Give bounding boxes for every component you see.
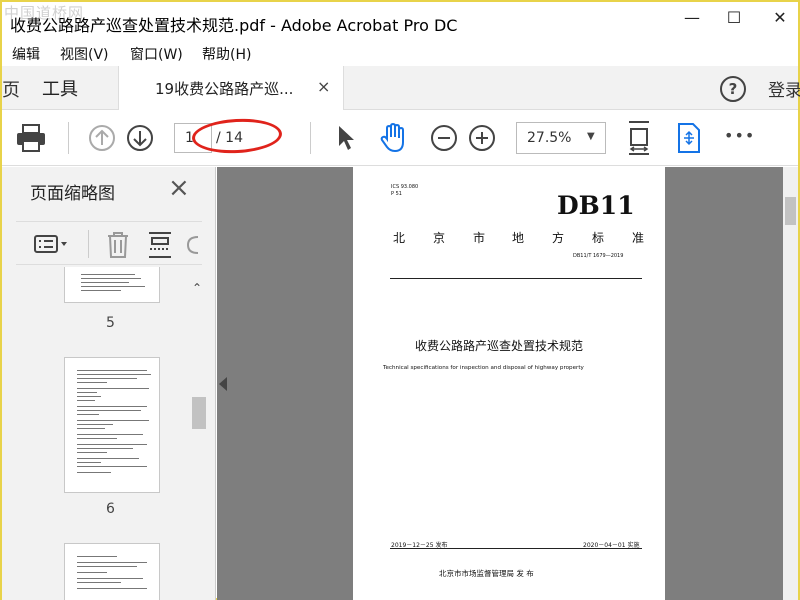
region-char: 方 — [552, 231, 565, 245]
toolbar-separator — [68, 122, 69, 154]
document-scrollbar[interactable] — [783, 167, 798, 600]
header-rule — [390, 278, 642, 279]
tab-bar: 页 工具 19收费公路路产巡... × — [2, 66, 798, 110]
help-icon[interactable]: ? — [720, 76, 746, 102]
scroll-up-icon[interactable]: ⌃ — [192, 281, 202, 295]
thumbnail-page-number: 6 — [106, 501, 115, 517]
rotate-icon[interactable] — [186, 234, 200, 256]
document-page[interactable]: ICS 93.080 P 51 DB11 北 京 市 地 方 标 准 DB11/… — [353, 167, 665, 600]
standard-number: DB11/T 1679—2019 — [573, 253, 624, 259]
menu-help[interactable]: 帮助(H) — [202, 44, 251, 64]
zoom-in-icon[interactable] — [468, 124, 496, 152]
zoom-out-icon[interactable] — [430, 124, 458, 152]
document-title-english: Technical specifications for inspection … — [383, 365, 584, 371]
tab-document-label: 19收费公路路产巡... — [155, 80, 294, 98]
pane-separator — [88, 230, 89, 258]
page-up-icon[interactable] — [88, 124, 116, 152]
footer-rule — [390, 548, 642, 549]
collapse-pane-icon[interactable] — [219, 377, 227, 391]
tab-tools[interactable]: 工具 — [42, 75, 78, 101]
acrobat-window: 收费公路路产巡查处置技术规范.pdf - Adobe Acrobat Pro D… — [0, 0, 800, 600]
scroll-mode-icon[interactable] — [676, 122, 702, 154]
standard-code: DB11 — [557, 191, 635, 220]
scrollbar-thumb[interactable] — [785, 197, 796, 225]
zoom-value: 27.5% — [527, 130, 572, 146]
ics-code: ICS 93.080 — [391, 184, 419, 190]
toolbar: 1 / 14 27.5% ▼ ••• — [2, 110, 798, 166]
maximize-button[interactable]: ☐ — [720, 8, 748, 34]
tab-home[interactable]: 页 — [2, 76, 20, 102]
thumbnail-scrollbar[interactable]: ⌃ — [190, 277, 206, 600]
thumbnail-list: 5 6 — [16, 267, 188, 600]
more-icon[interactable]: ••• — [724, 126, 755, 145]
title-bar: 收费公路路产巡查处置技术规范.pdf - Adobe Acrobat Pro D… — [2, 2, 798, 40]
tab-close-icon[interactable]: × — [317, 77, 330, 96]
pane-close-icon[interactable]: × — [168, 175, 190, 201]
region-char: 标 — [592, 231, 605, 245]
extract-icon[interactable] — [148, 232, 172, 258]
zoom-dropdown[interactable]: 27.5% ▼ — [516, 122, 606, 154]
menu-window[interactable]: 窗口(W) — [130, 44, 183, 64]
thumbnail-page-6[interactable] — [64, 357, 160, 493]
document-area: ICS 93.080 P 51 DB11 北 京 市 地 方 标 准 DB11/… — [217, 167, 798, 600]
region-char: 准 — [632, 231, 645, 245]
select-arrow-icon[interactable] — [336, 124, 358, 152]
region-char: 地 — [512, 231, 525, 245]
pane-toolbar — [16, 221, 202, 265]
page-down-icon[interactable] — [126, 124, 154, 152]
close-button[interactable]: ✕ — [766, 8, 794, 34]
thumbnail-page-7[interactable] — [64, 543, 160, 600]
menu-bar: 编辑 视图(V) 窗口(W) 帮助(H) — [2, 40, 798, 66]
region-char: 市 — [473, 231, 486, 245]
watermark: 中国道桥网 — [4, 4, 85, 22]
toolbar-separator — [310, 122, 311, 154]
hand-icon[interactable] — [378, 122, 410, 154]
scrollbar-thumb[interactable] — [192, 397, 206, 429]
ccs-code: P 51 — [391, 191, 402, 197]
issuer: 北京市市场监督管理局 发 布 — [439, 569, 534, 578]
menu-view[interactable]: 视图(V) — [60, 44, 109, 64]
print-icon[interactable] — [16, 124, 46, 152]
pane-title: 页面缩略图 — [30, 184, 115, 204]
document-title: 收费公路路产巡查处置技术规范 — [415, 339, 584, 353]
region-char: 北 — [393, 231, 406, 245]
thumbnails-pane: 页面缩略图 × 5 6 ⌃ — [2, 167, 216, 600]
options-icon[interactable] — [34, 234, 70, 254]
chevron-down-icon: ▼ — [587, 131, 595, 142]
trash-icon[interactable] — [106, 232, 130, 258]
minimize-button[interactable]: — — [678, 8, 706, 34]
thumbnail-page-5[interactable] — [64, 267, 160, 303]
tab-document[interactable]: 19收费公路路产巡... × — [118, 66, 344, 110]
menu-edit[interactable]: 编辑 — [12, 44, 40, 64]
signin-button[interactable]: 登录 — [768, 76, 800, 101]
fit-page-icon[interactable] — [626, 120, 652, 156]
region-char: 京 — [433, 231, 446, 245]
thumbnail-page-number: 5 — [106, 315, 115, 331]
